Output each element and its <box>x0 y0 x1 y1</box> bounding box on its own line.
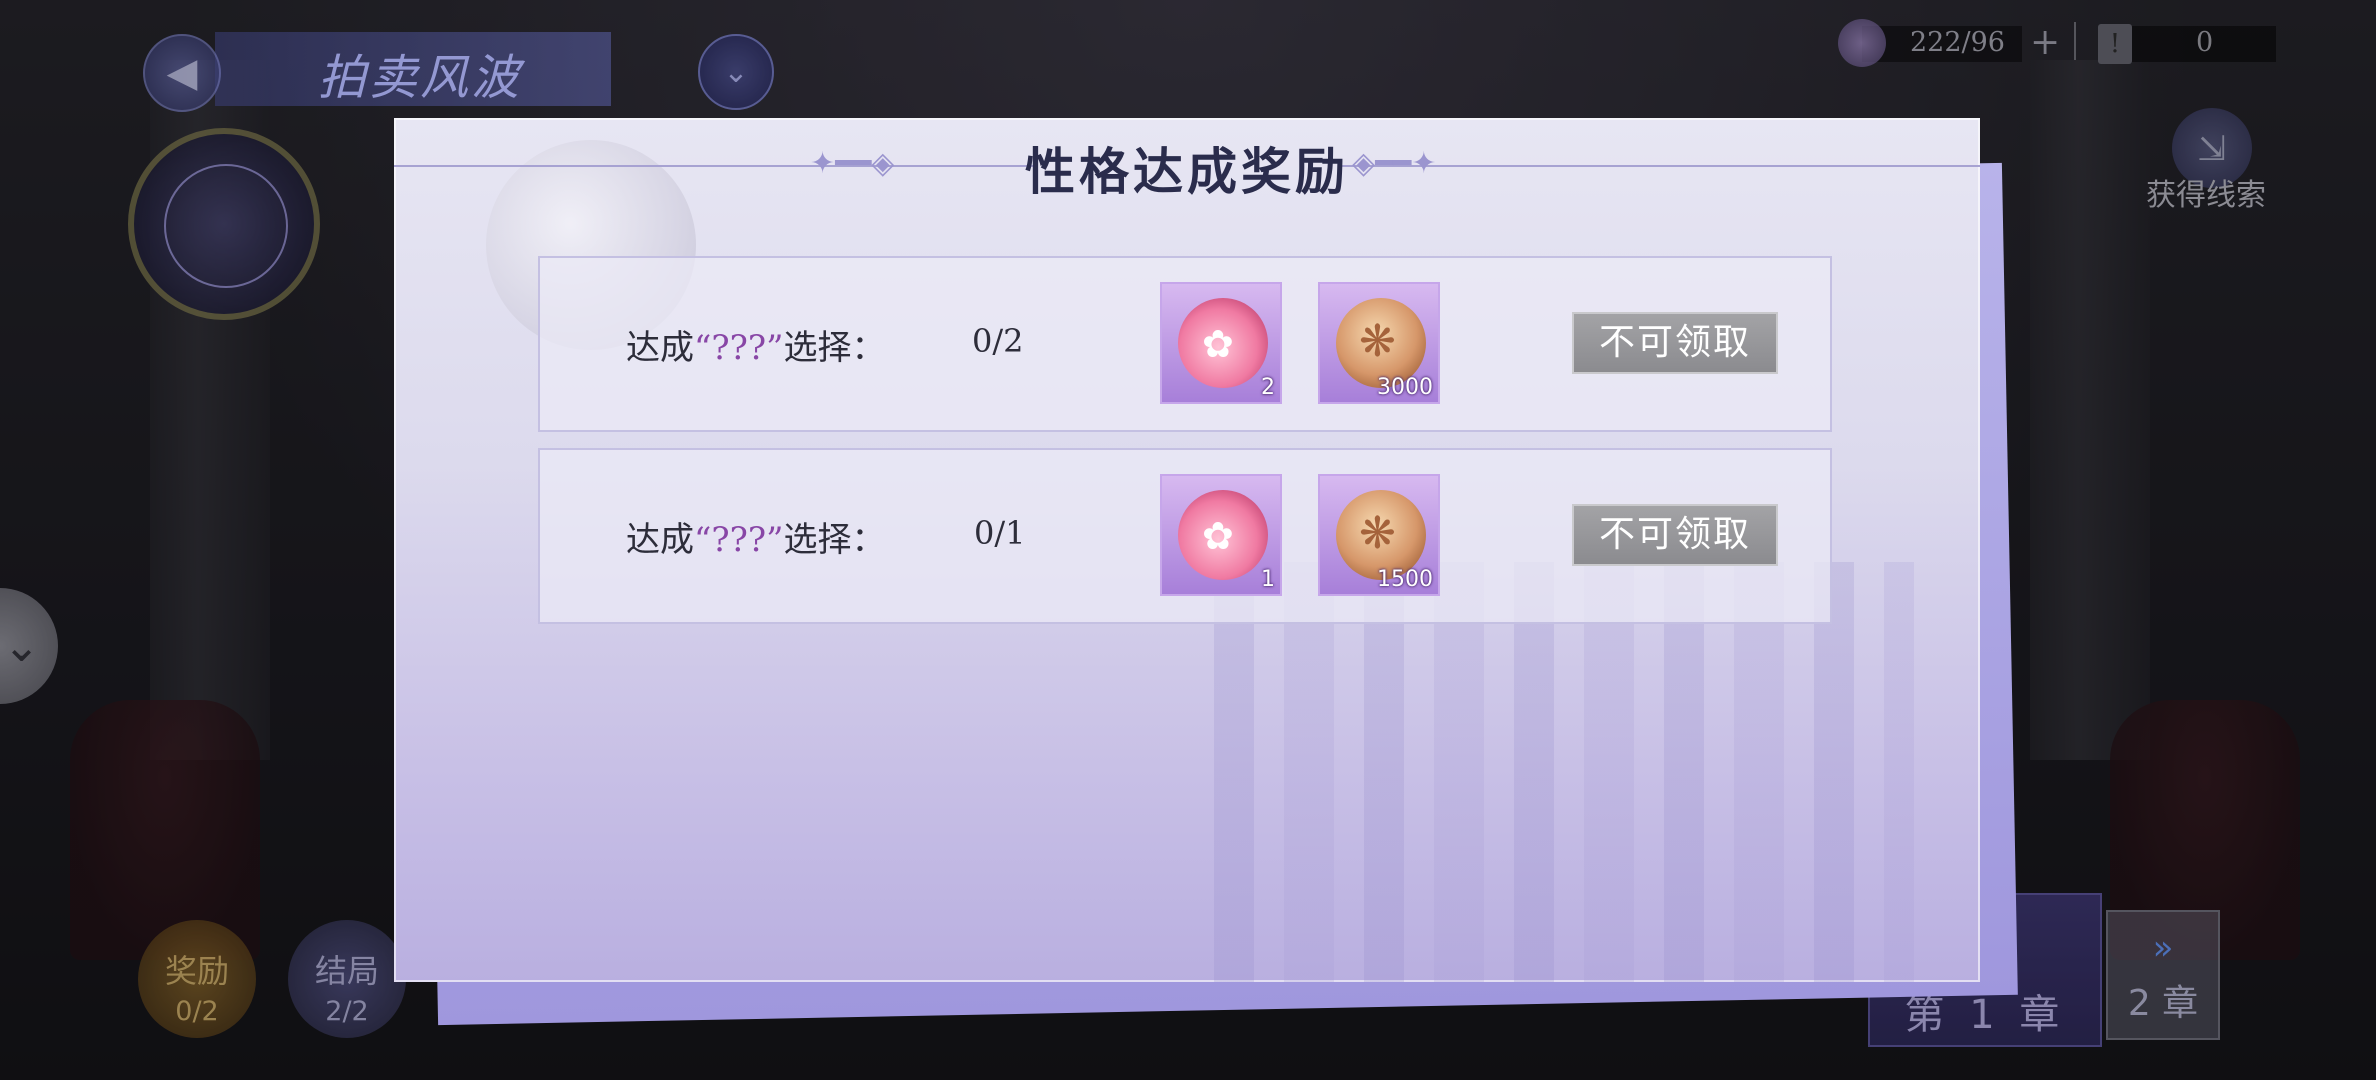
claim-button[interactable]: 不可领取 <box>1572 504 1778 566</box>
row-label-suffix: 选择： <box>783 520 886 560</box>
reward-button[interactable]: 奖励 0/2 <box>138 920 256 1038</box>
book-icon: ! <box>2098 24 2132 64</box>
reward-item-stamp[interactable]: 1 <box>1160 474 1282 596</box>
book-value: 0 <box>2196 27 2214 58</box>
ending-count: 2/2 <box>325 996 369 1027</box>
ending-button[interactable]: 结局 2/2 <box>288 920 406 1038</box>
clock-face <box>164 164 288 288</box>
row-label-quote: “???” <box>694 520 784 560</box>
row-condition: 达成“???”选择： <box>626 512 885 561</box>
row-label-quote: “???” <box>694 328 784 368</box>
divider <box>2074 22 2076 60</box>
back-arrow-icon: ◀ <box>166 50 198 96</box>
reward-item-stamp[interactable]: 2 <box>1160 282 1282 404</box>
stamp-icon <box>1178 298 1268 388</box>
gem-value: 222/96 <box>1910 27 2005 58</box>
item-quantity: 2 <box>1261 375 1275 400</box>
row-progress: 0/1 <box>974 514 1026 552</box>
row-progress: 0/2 <box>972 322 1024 360</box>
clue-label[interactable]: 获得线索 <box>2146 170 2266 214</box>
row-label-prefix: 达成 <box>626 520 694 560</box>
row-label-suffix: 选择： <box>783 328 886 368</box>
reward-row: 达成“???”选择： 0/1 1 1500 不可领取 <box>538 448 1832 624</box>
modal-title: 性格达成奖励 <box>1025 142 1349 201</box>
reward-modal: ✦━━◈ ◈━━✦ 性格达成奖励 达成“???”选择： 0/2 2 3000 不… <box>394 118 1980 982</box>
item-quantity: 1 <box>1261 567 1275 592</box>
add-gem-button[interactable]: + <box>2030 22 2060 63</box>
row-label-prefix: 达成 <box>626 328 694 368</box>
stamp-icon <box>1178 490 1268 580</box>
chapter-title: 拍卖风波 <box>318 50 523 106</box>
reward-row: 达成“???”选择： 0/2 2 3000 不可领取 <box>538 256 1832 432</box>
ending-label: 结局 <box>314 952 379 990</box>
skyline-decoration <box>1214 562 1914 982</box>
clock-emblem <box>128 128 320 320</box>
item-quantity: 1500 <box>1377 567 1433 592</box>
next-chapter-button[interactable]: » 2 章 <box>2106 910 2220 1040</box>
dropdown-button[interactable]: ⌄ <box>698 34 774 110</box>
row-condition: 达成“???”选择： <box>626 320 885 369</box>
next-chapter-label: 2 章 <box>2127 983 2199 1024</box>
back-button[interactable]: ◀ <box>143 34 221 112</box>
reward-item-coin[interactable]: 3000 <box>1318 282 1440 404</box>
reward-item-coin[interactable]: 1500 <box>1318 474 1440 596</box>
chevron-down-icon: ⌄ <box>723 54 749 90</box>
reward-label: 奖励 <box>164 952 229 990</box>
chevron-down-icon: ⌄ <box>3 620 40 672</box>
item-quantity: 3000 <box>1377 375 1433 400</box>
gem-icon <box>1838 19 1886 67</box>
double-chevron-right-icon: » <box>2152 928 2174 968</box>
claim-button[interactable]: 不可领取 <box>1572 312 1778 374</box>
reward-count: 0/2 <box>175 996 219 1027</box>
